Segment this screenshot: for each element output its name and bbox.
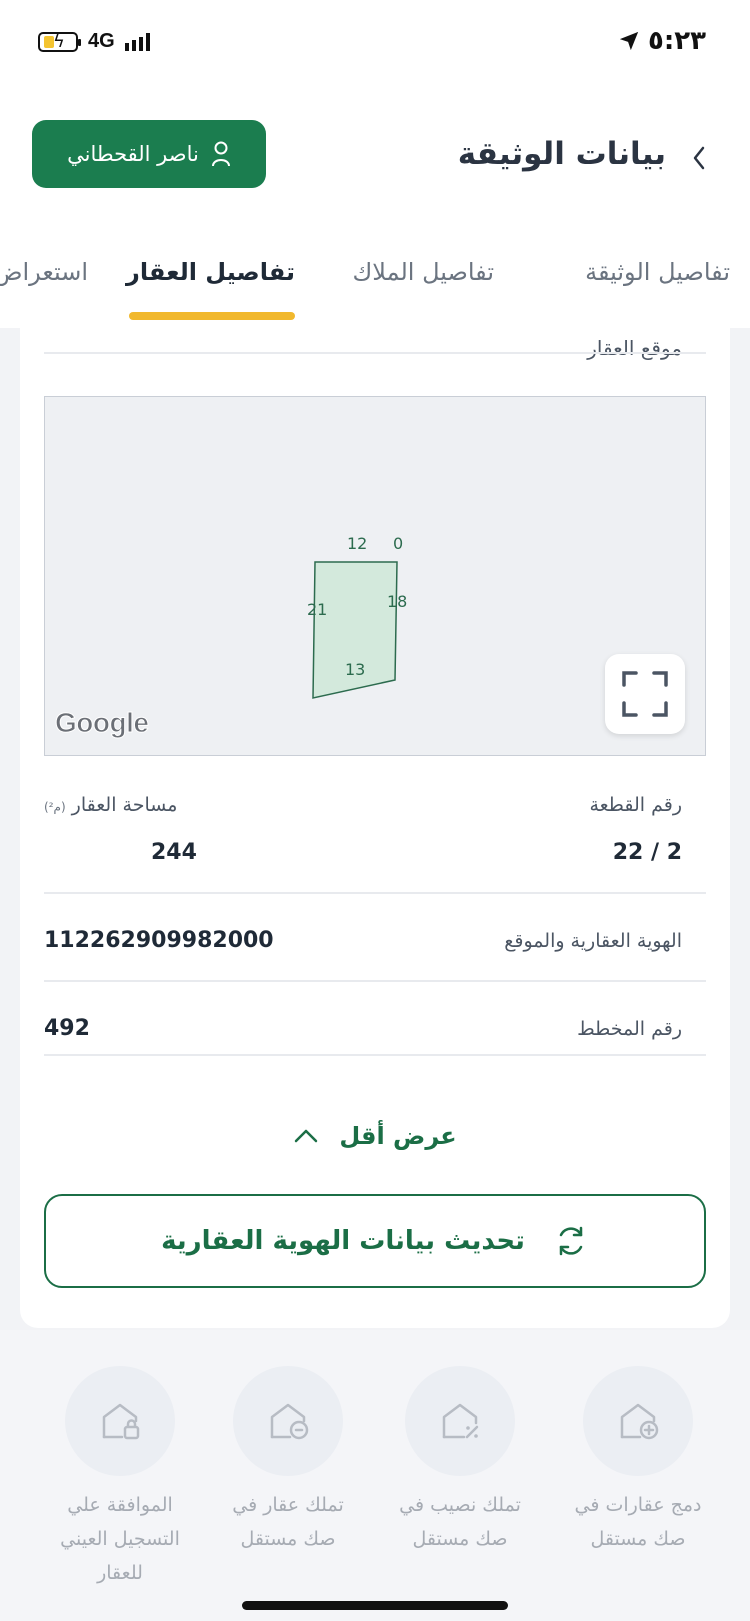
parcel-label: 13 <box>345 660 366 679</box>
action-icon-circle <box>233 1366 343 1476</box>
property-map[interactable]: 12 0 21 18 13 Google <box>44 396 706 756</box>
battery-icon: ϟ <box>38 31 81 52</box>
tab-bar: تفاصيل الوثيقة تفاصيل الملاك تفاصيل العق… <box>0 216 750 328</box>
action-label: تملك نصيب في صك مستقل <box>399 1494 521 1550</box>
action-icon-circle <box>583 1366 693 1476</box>
house-ownership-icon <box>270 1403 309 1440</box>
signal-strength-icon <box>124 32 150 51</box>
google-logo: Google <box>54 707 149 739</box>
action-label: تملك عقار في صك مستقل <box>232 1494 344 1550</box>
show-less-button[interactable]: عرض أقل <box>20 1116 730 1156</box>
parcel-label: 12 <box>347 534 368 553</box>
tab-review[interactable]: استعراض <box>0 258 88 286</box>
back-chevron-icon[interactable] <box>690 144 710 172</box>
user-account-button[interactable]: ناصر القحطاني <box>32 120 266 188</box>
status-clock: ٥:٢٣ <box>618 26 706 56</box>
bottom-actions: دمج عقارات في صك مستقل تملك نصيب في صك م… <box>0 1330 750 1621</box>
parcel-label: 0 <box>393 534 404 553</box>
action-icon-circle <box>405 1366 515 1476</box>
plan-number-value: 492 <box>44 1016 90 1041</box>
own-property-action[interactable]: تملك عقار في صك مستقل <box>208 1366 368 1556</box>
status-indicators: ϟ 4G <box>38 30 150 53</box>
plot-number-value: 22 / 2 <box>612 840 682 865</box>
fullscreen-icon <box>622 671 668 717</box>
location-arrow-icon <box>619 31 639 51</box>
status-time: ٥:٢٣ <box>647 26 706 56</box>
refresh-real-estate-id-button[interactable]: تحديث بيانات الهوية العقارية <box>44 1194 706 1288</box>
page-title: بيانات الوثيقة <box>457 136 666 172</box>
property-details-card: موقع العقار 12 0 21 18 13 Google رقم الق… <box>20 328 730 1328</box>
divider <box>44 1054 706 1056</box>
plot-number-label: رقم القطعة <box>589 794 682 816</box>
divider <box>44 980 706 982</box>
section-title-location: موقع العقار <box>587 336 682 360</box>
area-label-group: (م²) مساحة العقار <box>44 794 177 816</box>
chevron-up-icon <box>295 1129 318 1143</box>
refresh-icon <box>559 1226 583 1256</box>
house-percent-icon <box>442 1403 479 1439</box>
area-unit: (م²) <box>44 800 66 814</box>
divider <box>44 892 706 894</box>
active-tab-indicator <box>129 312 295 320</box>
area-label: مساحة العقار <box>71 794 178 816</box>
tab-property-details[interactable]: تفاصيل العقار <box>126 258 295 286</box>
show-less-label: عرض أقل <box>339 1122 457 1150</box>
action-label: الموافقة علي التسجيل العيني للعقار <box>60 1494 180 1584</box>
parcel-label: 18 <box>387 592 408 611</box>
house-lock-icon <box>102 1403 140 1440</box>
action-icon-circle <box>65 1366 175 1476</box>
own-share-action[interactable]: تملك نصيب في صك مستقل <box>380 1366 540 1556</box>
plan-number-label: رقم المخطط <box>577 1018 682 1040</box>
page-header: ناصر القحطاني بيانات الوثيقة <box>0 96 750 216</box>
action-label: دمج عقارات في صك مستقل <box>574 1494 702 1550</box>
home-indicator[interactable] <box>242 1601 508 1610</box>
refresh-button-label: تحديث بيانات الهوية العقارية <box>161 1226 525 1256</box>
user-icon <box>211 141 230 167</box>
house-merge-icon <box>620 1403 659 1440</box>
network-type: 4G <box>88 30 115 52</box>
merge-properties-action[interactable]: دمج عقارات في صك مستقل <box>558 1366 718 1556</box>
real-estate-id-label: الهوية العقارية والموقع <box>504 930 682 952</box>
real-estate-id-value: 112262909982000 <box>44 928 274 953</box>
tab-document-details[interactable]: تفاصيل الوثيقة <box>585 258 730 286</box>
divider <box>44 352 706 354</box>
parcel-label: 21 <box>307 600 328 619</box>
status-bar: ϟ 4G ٥:٢٣ <box>0 0 750 96</box>
approve-registration-action[interactable]: الموافقة علي التسجيل العيني للعقار <box>40 1366 200 1590</box>
tab-owners-details[interactable]: تفاصيل الملاك <box>352 258 494 286</box>
area-value: 244 <box>151 840 197 865</box>
user-name: ناصر القحطاني <box>67 142 199 166</box>
fullscreen-button[interactable] <box>605 654 685 734</box>
